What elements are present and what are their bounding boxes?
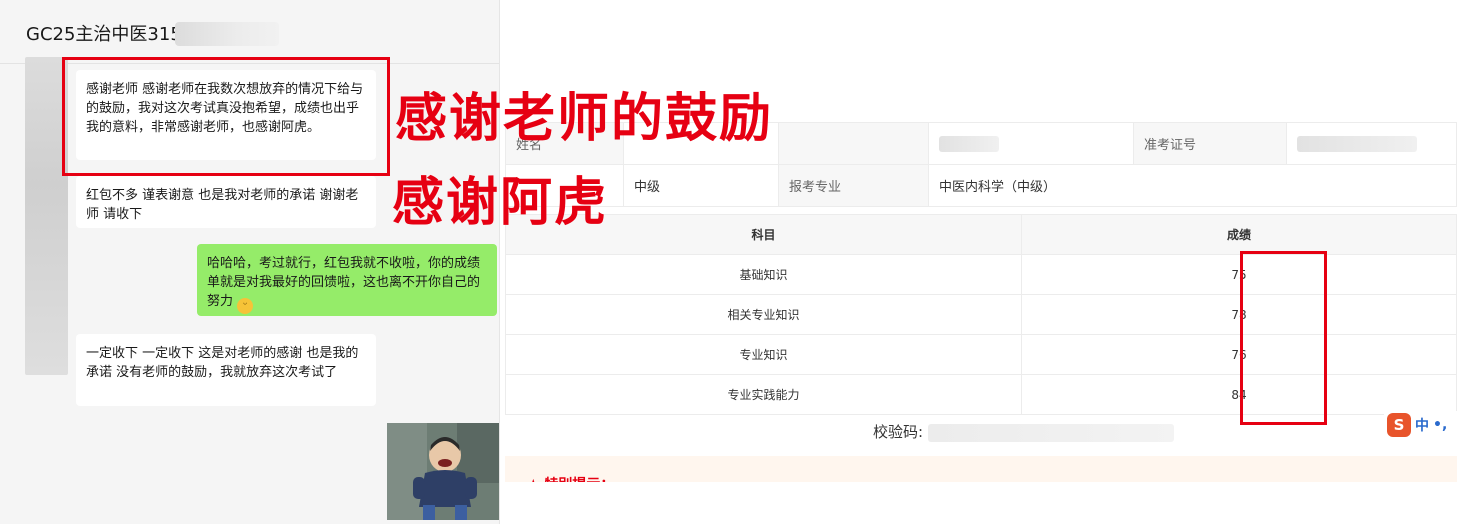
major-value: 中医内科学（中级） bbox=[928, 164, 1457, 207]
chat-message-outgoing[interactable]: 哈哈哈，考过就行，红包我就不收啦，你的成绩单就是对我最好的回馈啦，这也离不开你自… bbox=[197, 244, 497, 316]
blurred-verify-code bbox=[928, 424, 1174, 442]
sogou-logo-icon[interactable]: S bbox=[1387, 413, 1411, 437]
chat-message-incoming[interactable]: 一定收下 一定收下 这是对老师的感谢 也是我的承诺 没有老师的鼓励，我就放弃这次… bbox=[76, 334, 376, 406]
grin-emoji-icon: ᵕ bbox=[237, 298, 254, 314]
highlight-box bbox=[62, 57, 390, 176]
level-value: 中级 bbox=[623, 164, 779, 207]
sticker-image[interactable] bbox=[387, 423, 499, 520]
score-cell: 75 bbox=[1021, 254, 1457, 295]
score-cell: 84 bbox=[1021, 374, 1457, 415]
id-label: 准考证号 bbox=[1133, 122, 1287, 165]
subject-cell: 基础知识 bbox=[505, 254, 1022, 295]
chat-panel: GC25主治中医315 感谢老师 感谢老师在我数次想放弃的情况下给与的鼓励，我对… bbox=[0, 0, 500, 524]
verify-code-label: 校验码: bbox=[873, 423, 924, 441]
chat-title: GC25主治中医315 bbox=[26, 24, 182, 45]
chat-header: GC25主治中医315 bbox=[0, 0, 499, 64]
score-report-page: 姓名 准考证号 中级 报考专业 中医内科学（中级） 科目 成绩 基础知识 75 bbox=[500, 0, 1459, 524]
ime-toolbar[interactable]: S 中 •, bbox=[1384, 411, 1459, 439]
overlay-caption-line1: 感谢老师的鼓励 bbox=[395, 89, 774, 149]
subject-cell: 专业实践能力 bbox=[505, 374, 1022, 415]
subject-cell: 专业知识 bbox=[505, 334, 1022, 375]
laughing-kid-illustration bbox=[387, 423, 499, 520]
score-header: 成绩 bbox=[1021, 214, 1457, 255]
score-cell: 76 bbox=[1021, 334, 1457, 375]
major-label: 报考专业 bbox=[778, 164, 929, 207]
overlay-caption-line2: 感谢阿虎 bbox=[392, 173, 609, 233]
blurred-title-suffix bbox=[175, 22, 279, 46]
score-cell: 78 bbox=[1021, 294, 1457, 335]
notice-bar: ★ 特别提示： bbox=[505, 456, 1457, 493]
score-highlight-box bbox=[1240, 251, 1327, 425]
ime-punctuation-toggle[interactable]: •, bbox=[1433, 417, 1447, 433]
ime-language-toggle[interactable]: 中 bbox=[1415, 415, 1429, 435]
chat-message-incoming[interactable]: 红包不多 谨表谢意 也是我对老师的承诺 谢谢老师 请收下 bbox=[76, 176, 376, 228]
subject-cell: 相关专业知识 bbox=[505, 294, 1022, 335]
blurred-id-value bbox=[1297, 135, 1417, 152]
blurred-value bbox=[939, 135, 999, 152]
